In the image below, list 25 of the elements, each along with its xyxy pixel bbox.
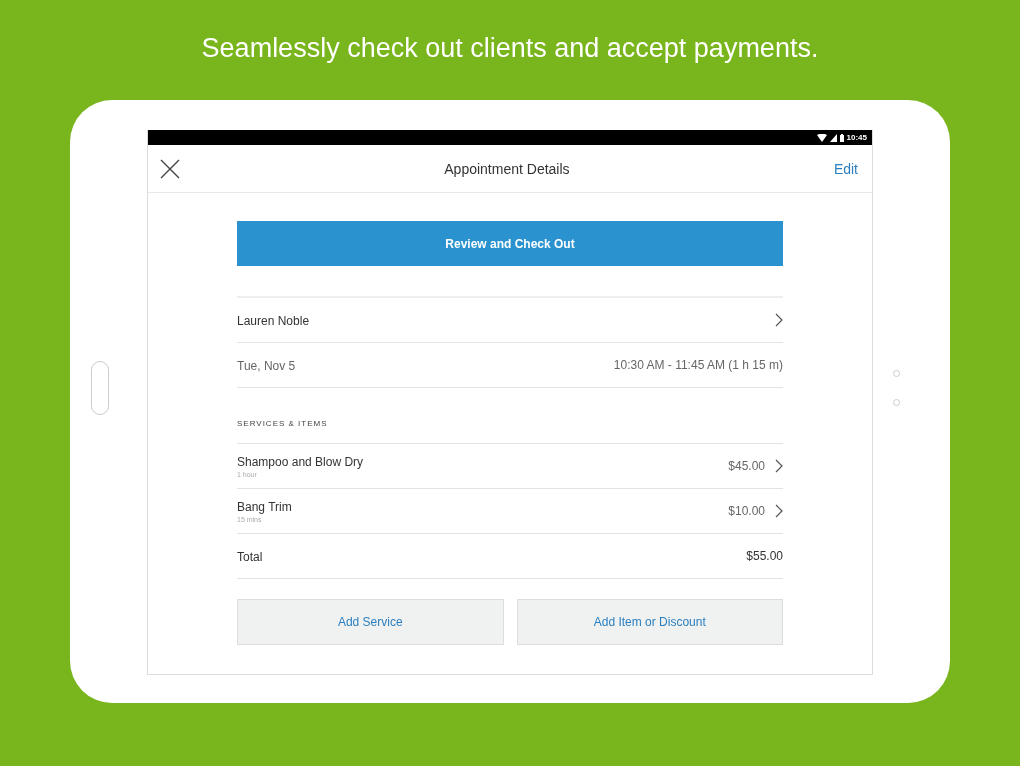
service-name: Shampoo and Blow Dry [237,454,364,469]
service-price: $10.00 [728,504,765,518]
chevron-right-icon [775,313,783,327]
appointment-date: Tue, Nov 5 [237,359,296,373]
chevron-right-icon [775,459,783,473]
total-amount: $55.00 [746,549,783,563]
add-button[interactable]: Add Item or Discount [516,599,783,645]
service-price: $45.00 [728,459,765,473]
signal-icon [829,133,837,142]
wifi-icon [816,133,827,142]
screen-title: Appointment Details [443,160,571,177]
section-title: SERVICES & ITEMS [237,419,328,430]
battery-icon [839,133,844,142]
status-time: 10:45 [846,133,867,142]
detail-row[interactable]: Lauren Noble [237,298,783,343]
chevron-right-icon [775,504,783,518]
appointment-time: 10:30 AM - 11:45 AM (1 h 15 m) [613,358,783,372]
total-label: Total [237,550,263,564]
headline: Seamlessly check out clients and accept payments. [201,32,819,64]
service-name: Bang Trim [237,499,292,514]
add-button[interactable]: Add Service [237,599,504,645]
edit-link[interactable]: Edit [833,160,858,177]
close-icon[interactable] [160,158,180,179]
client-name: Lauren Noble [237,314,310,328]
checkout-button[interactable]: Review and Check Out [237,221,783,266]
